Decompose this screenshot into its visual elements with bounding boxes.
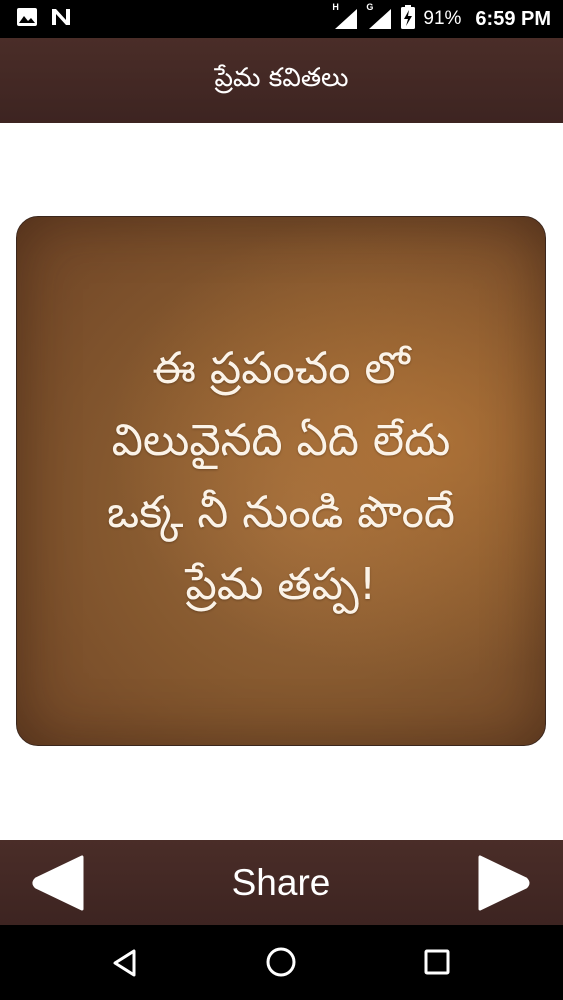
status-bar: H G 91% 6:59 PM: [0, 0, 563, 38]
quote-line: ఈ ప్రపంచం లో: [152, 343, 410, 394]
app-title-bar: ప్రేమ కవితలు: [0, 38, 563, 123]
system-nav-bar: [0, 925, 563, 1000]
back-icon: [113, 949, 136, 977]
clock: 6:59 PM: [475, 7, 551, 30]
quote-text: ఈ ప్రపంచం లో విలువైనది ఏది లేదు ఒక్క నీ …: [107, 333, 455, 621]
battery-percent: 91%: [423, 8, 462, 29]
right-arrow-icon: [478, 855, 530, 911]
recent-apps-icon: [424, 949, 450, 975]
quote-line: విలువైనది ఏది లేదు: [111, 415, 451, 466]
signal-strength-icon: H: [332, 2, 359, 30]
recent-apps-button[interactable]: [422, 947, 452, 977]
network-type-label-2: G: [366, 2, 374, 12]
home-icon: [266, 947, 296, 977]
previous-button[interactable]: [30, 853, 90, 913]
quote-image-card: ఈ ప్రపంచం లో విలువైనది ఏది లేదు ఒక్క నీ …: [16, 216, 546, 746]
quote-line: ఒక్క నీ నుండి పొందే: [107, 487, 455, 538]
n-logo-icon: [50, 7, 72, 31]
image-icon: [16, 7, 38, 31]
battery-charging-icon: [401, 5, 416, 33]
next-button[interactable]: [472, 853, 532, 913]
home-button[interactable]: [264, 945, 298, 979]
bottom-action-bar: Share: [0, 840, 563, 925]
status-right-icons: H G 91% 6:59 PM: [332, 2, 551, 33]
page-title: ప్రేమ కవితలు: [214, 62, 349, 93]
quote-line: ప్రేమ తప్ప!: [185, 559, 377, 610]
status-left-icons: [16, 7, 72, 31]
share-button[interactable]: Share: [181, 850, 381, 916]
back-button[interactable]: [110, 947, 142, 979]
signal-strength-icon-2: G: [366, 2, 393, 30]
left-arrow-icon: [32, 855, 84, 911]
network-type-label: H: [332, 2, 339, 12]
